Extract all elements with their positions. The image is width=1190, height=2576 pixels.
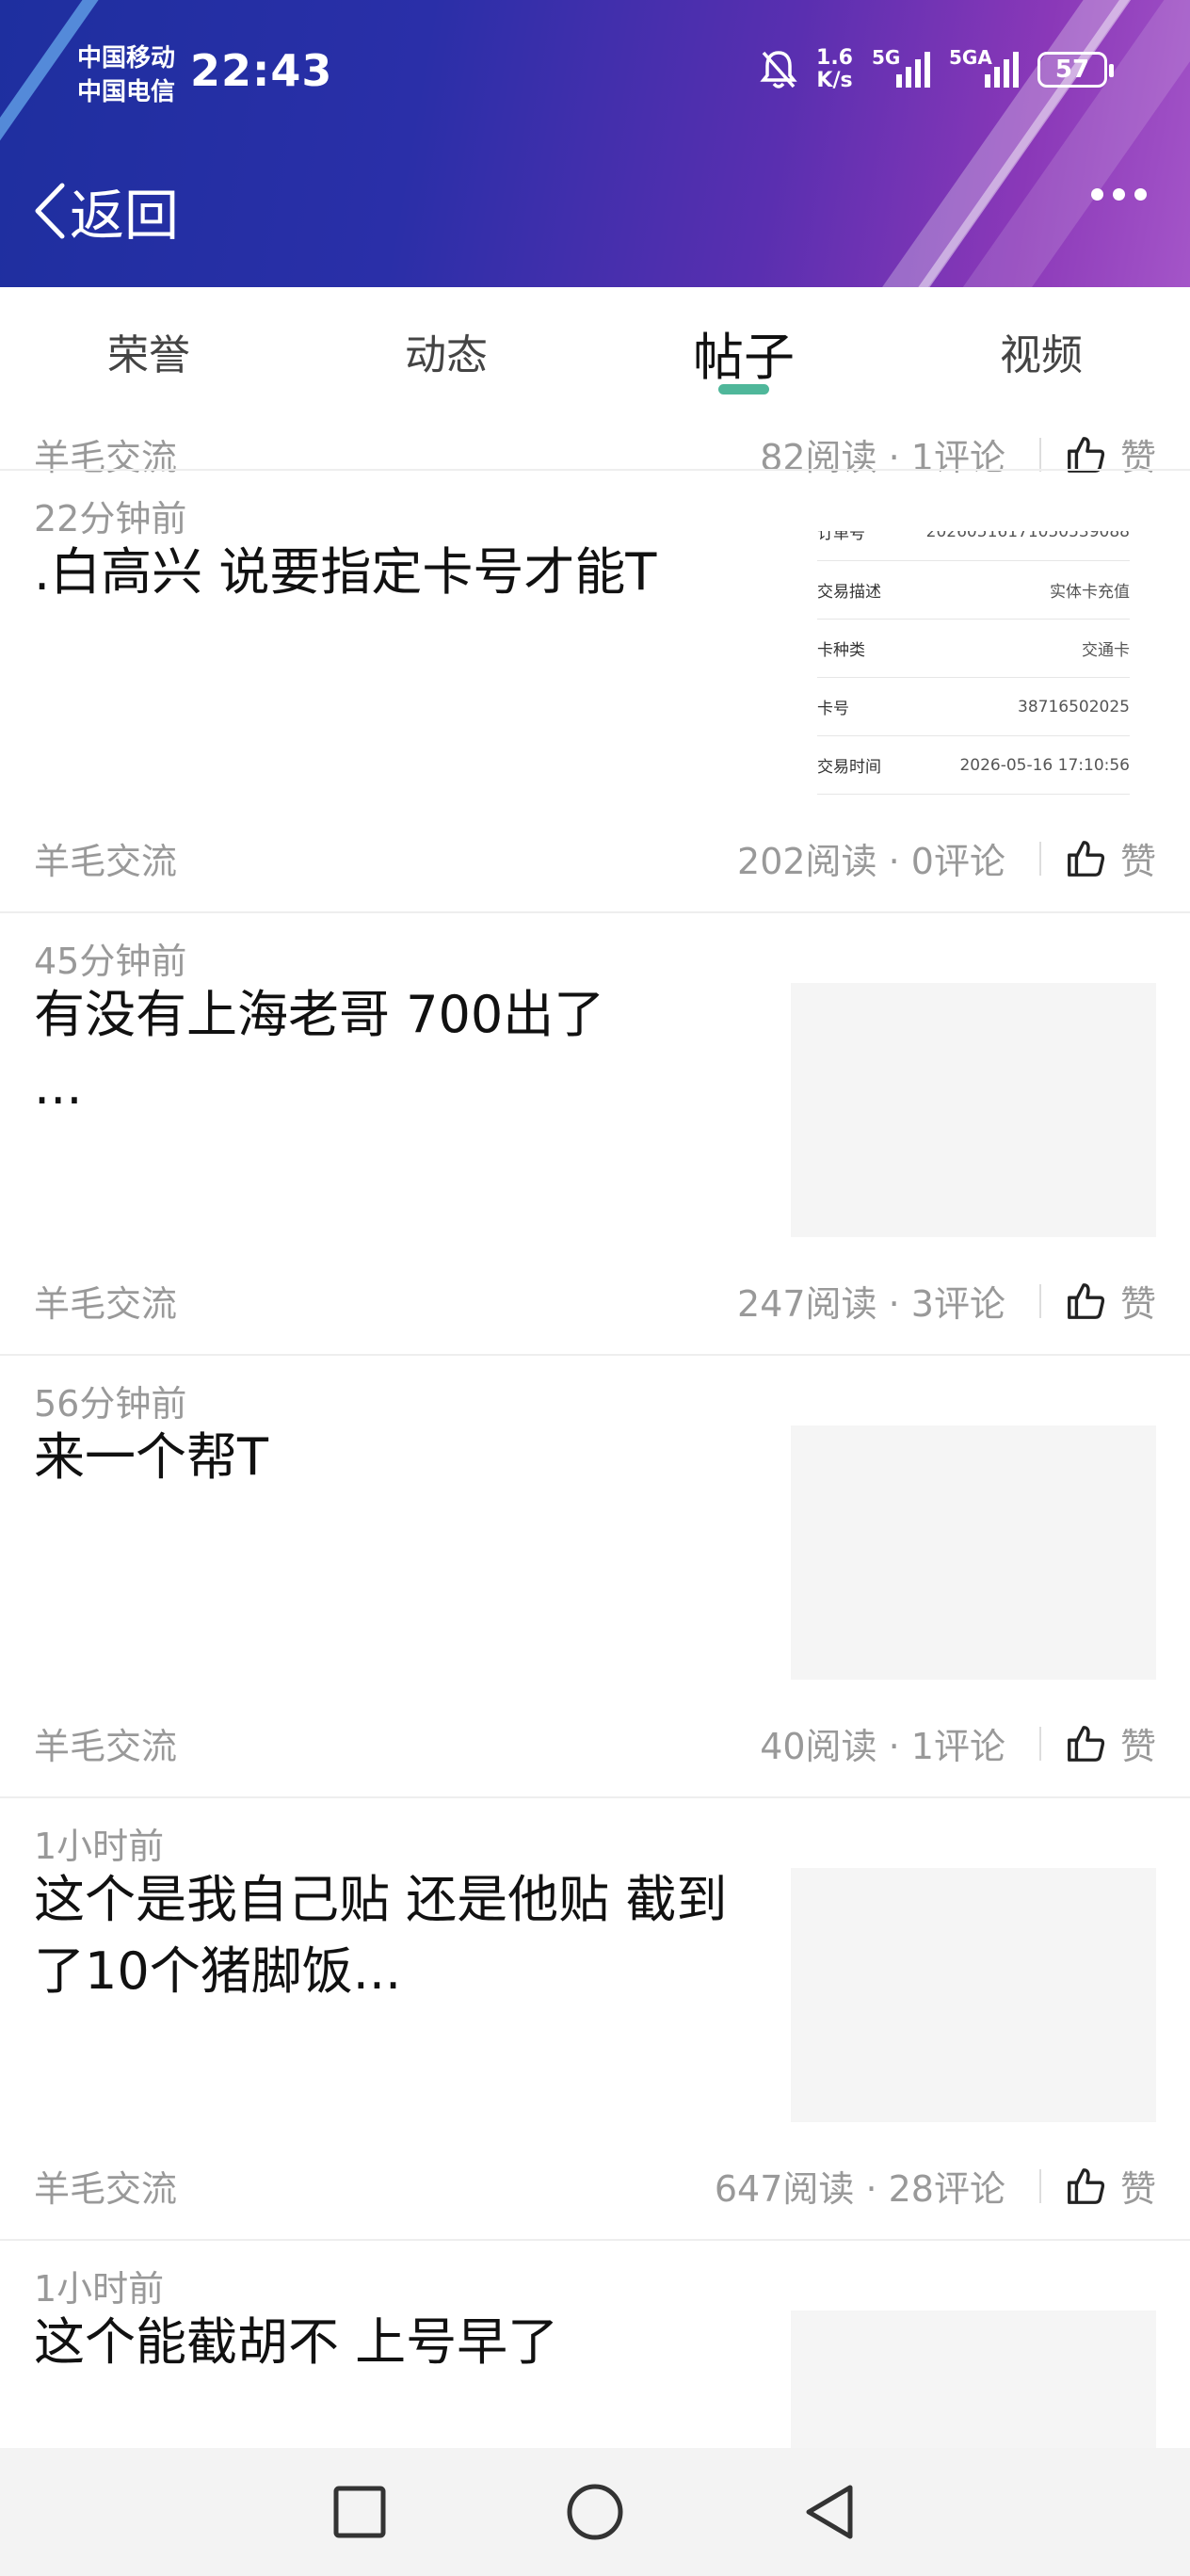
post-stats: 247阅读 · 3评论 [737, 1283, 1005, 1325]
list-item[interactable]: 45分钟前 有没有上海老哥 700出了 ... 羊毛交流 247阅读 · 3评论… [0, 911, 1190, 1354]
carrier-names: 中国移动 中国电信 [77, 41, 175, 109]
bell-muted-icon [760, 51, 797, 89]
post-source[interactable]: 羊毛交流 [34, 2160, 715, 2212]
back-label: 返回 [70, 184, 180, 248]
signal-icon: 5G [872, 46, 930, 88]
list-item[interactable]: 1小时前 这个是我自己贴 还是他贴 截到了10个猪脚饭... 羊毛交流 647阅… [0, 1796, 1190, 2239]
thumbs-up-icon[interactable] [1064, 2165, 1107, 2208]
post-thumbnail[interactable] [791, 983, 1156, 1237]
post-thumbnail[interactable] [791, 1425, 1156, 1680]
list-item[interactable]: 56分钟前 来一个帮T 羊毛交流 40阅读 · 1评论 赞 [0, 1354, 1190, 1796]
tab-video[interactable]: 视频 [892, 287, 1190, 400]
clock: 22:43 [190, 45, 333, 96]
recent-apps-icon[interactable] [332, 2485, 387, 2539]
post-time: 22分钟前 [34, 498, 187, 539]
post-source[interactable]: 羊毛交流 [34, 1717, 760, 1769]
post-stats: 647阅读 · 28评论 [714, 2168, 1005, 2210]
thumbs-up-icon[interactable] [1064, 1722, 1107, 1765]
post-time: 1小时前 [34, 1826, 165, 1867]
thumbs-up-icon[interactable] [1064, 837, 1107, 880]
tab-activity[interactable]: 动态 [298, 287, 595, 400]
post-list[interactable]: 羊毛交流 82阅读 · 1评论 赞 22分钟前 .白高兴 说要指定卡号才能T 订… [0, 400, 1190, 2448]
carrier-1: 中国移动 [77, 44, 176, 72]
battery-icon: 57 [1037, 52, 1114, 88]
like-label[interactable]: 赞 [1120, 1275, 1156, 1327]
network-speed: 1.6 K/s [816, 46, 853, 92]
list-item[interactable]: 22分钟前 .白高兴 说要指定卡号才能T 订单号 2026051617105053… [0, 469, 1190, 911]
post-thumbnail[interactable] [791, 1868, 1156, 2122]
app-header: 中国移动 中国电信 22:43 1.6 K/s 5G 5GA 57 返回 [0, 0, 1190, 287]
post-stats: 202阅读 · 0评论 [737, 841, 1005, 882]
carrier-2: 中国电信 [77, 78, 176, 106]
signal-icon-2: 5GA [949, 46, 1019, 88]
back-chevron-icon [35, 183, 65, 239]
post-source[interactable]: 羊毛交流 [34, 1275, 737, 1327]
active-tab-indicator [718, 384, 769, 394]
tab-posts[interactable]: 帖子 [595, 287, 892, 400]
system-nav-bar [0, 2448, 1190, 2576]
post-title[interactable]: 这个是我自己贴 还是他贴 截到了10个猪脚饭... [34, 1864, 778, 2007]
post-title[interactable]: 有没有上海老哥 700出了 ... [34, 979, 778, 1122]
post-title[interactable]: 来一个帮T [34, 1422, 778, 1493]
more-icon[interactable] [1091, 188, 1147, 201]
post-source[interactable]: 羊毛交流 [34, 832, 737, 884]
thumbs-up-icon[interactable] [1064, 1280, 1107, 1323]
post-title[interactable]: .白高兴 说要指定卡号才能T [34, 537, 778, 608]
back-nav-icon[interactable] [803, 2483, 858, 2541]
list-item[interactable]: 1小时前 这个能截胡不 上号早了 [0, 2239, 1190, 2448]
back-button[interactable]: 返回 [32, 171, 179, 250]
like-label[interactable]: 赞 [1120, 1717, 1156, 1769]
post-thumbnail[interactable] [791, 2310, 1156, 2448]
post-time: 1小时前 [34, 2268, 165, 2310]
post-stats: 40阅读 · 1评论 [760, 1726, 1005, 1767]
tab-honor[interactable]: 荣誉 [0, 287, 298, 400]
like-label[interactable]: 赞 [1120, 2160, 1156, 2212]
home-icon[interactable] [566, 2483, 624, 2541]
post-time: 45分钟前 [34, 941, 187, 982]
post-time: 56分钟前 [34, 1383, 187, 1425]
post-title[interactable]: 这个能截胡不 上号早了 [34, 2307, 778, 2378]
like-label[interactable]: 赞 [1120, 832, 1156, 884]
tab-bar: 荣誉 动态 帖子 视频 [0, 287, 1190, 400]
post-thumbnail[interactable]: 订单号 20260516171050539088 交易描述 实体卡充值 卡种类 交通卡… [791, 531, 1156, 795]
status-icons: 1.6 K/s 5G 5GA 57 [760, 46, 1114, 92]
